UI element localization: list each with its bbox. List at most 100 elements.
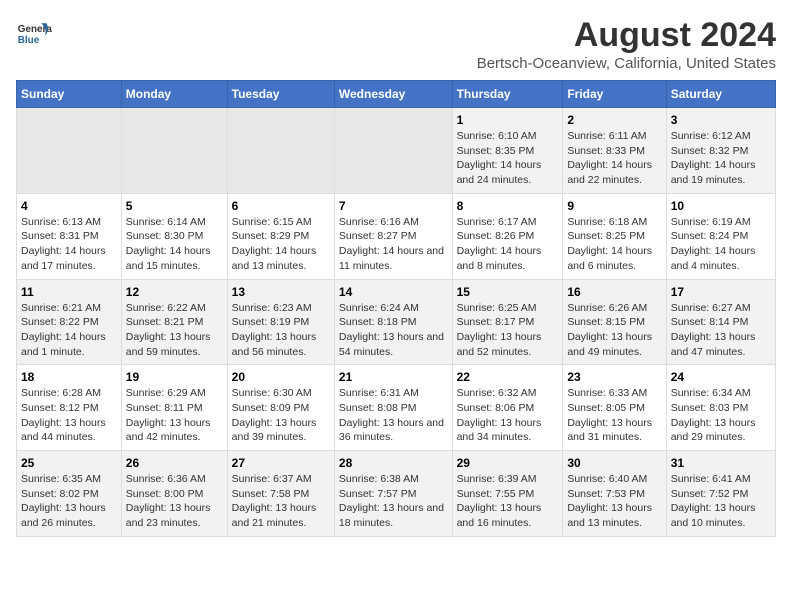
- day-number: 31: [671, 456, 771, 470]
- day-number: 27: [232, 456, 330, 470]
- day-info: Sunrise: 6:32 AMSunset: 8:06 PMDaylight:…: [457, 386, 559, 445]
- day-number: 17: [671, 285, 771, 299]
- calendar-cell: 16 Sunrise: 6:26 AMSunset: 8:15 PMDayligh…: [563, 279, 666, 365]
- day-number: 4: [21, 199, 117, 213]
- calendar-cell: 9 Sunrise: 6:18 AMSunset: 8:25 PMDaylight…: [563, 193, 666, 279]
- day-info: Sunrise: 6:14 AMSunset: 8:30 PMDaylight:…: [126, 215, 223, 274]
- calendar-cell: 18 Sunrise: 6:28 AMSunset: 8:12 PMDayligh…: [17, 365, 122, 451]
- calendar-cell: 6Sunrise: 6:15 AMSunset: 8:29 PMDaylight…: [227, 193, 334, 279]
- calendar-cell: [17, 108, 122, 194]
- day-info: Sunrise: 6:30 AMSunset: 8:09 PMDaylight:…: [232, 386, 330, 445]
- calendar-cell: 12 Sunrise: 6:22 AMSunset: 8:21 PMDayligh…: [121, 279, 227, 365]
- day-info: Sunrise: 6:29 AMSunset: 8:11 PMDaylight:…: [126, 386, 223, 445]
- day-info: Sunrise: 6:38 AMSunset: 7:57 PMDaylight:…: [339, 472, 448, 531]
- day-header-wednesday: Wednesday: [334, 81, 452, 108]
- day-header-saturday: Saturday: [666, 81, 775, 108]
- day-number: 20: [232, 370, 330, 384]
- calendar-cell: 17 Sunrise: 6:27 AMSunset: 8:14 PMDayligh…: [666, 279, 775, 365]
- day-info: Sunrise: 6:37 AMSunset: 7:58 PMDaylight:…: [232, 472, 330, 531]
- svg-text:Blue: Blue: [18, 35, 40, 46]
- page-header: General Blue August 2024 Bertsch-Oceanvi…: [16, 16, 776, 72]
- day-number: 5: [126, 199, 223, 213]
- day-number: 16: [567, 285, 661, 299]
- day-number: 29: [457, 456, 559, 470]
- day-info: Sunrise: 6:25 AMSunset: 8:17 PMDaylight:…: [457, 301, 559, 360]
- day-info: Sunrise: 6:26 AMSunset: 8:15 PMDaylight:…: [567, 301, 661, 360]
- day-number: 12: [126, 285, 223, 299]
- calendar-week-4: 18 Sunrise: 6:28 AMSunset: 8:12 PMDayligh…: [17, 365, 776, 451]
- day-number: 30: [567, 456, 661, 470]
- day-header-thursday: Thursday: [452, 81, 563, 108]
- calendar-cell: 21 Sunrise: 6:31 AMSunset: 8:08 PMDayligh…: [334, 365, 452, 451]
- day-info: Sunrise: 6:21 AMSunset: 8:22 PMDaylight:…: [21, 301, 117, 360]
- day-info: Sunrise: 6:23 AMSunset: 8:19 PMDaylight:…: [232, 301, 330, 360]
- day-info: Sunrise: 6:11 AMSunset: 8:33 PMDaylight:…: [567, 129, 661, 188]
- calendar-cell: 28 Sunrise: 6:38 AMSunset: 7:57 PMDayligh…: [334, 451, 452, 537]
- calendar-cell: 29Sunrise: 6:39 AMSunset: 7:55 PMDayligh…: [452, 451, 563, 537]
- day-info: Sunrise: 6:10 AMSunset: 8:35 PMDaylight:…: [457, 129, 559, 188]
- day-number: 24: [671, 370, 771, 384]
- day-number: 26: [126, 456, 223, 470]
- day-info: Sunrise: 6:24 AMSunset: 8:18 PMDaylight:…: [339, 301, 448, 360]
- day-info: Sunrise: 6:28 AMSunset: 8:12 PMDaylight:…: [21, 386, 117, 445]
- day-number: 28: [339, 456, 448, 470]
- day-number: 11: [21, 285, 117, 299]
- day-number: 19: [126, 370, 223, 384]
- subtitle: Bertsch-Oceanview, California, United St…: [477, 55, 776, 72]
- day-number: 18: [21, 370, 117, 384]
- calendar-cell: 13Sunrise: 6:23 AMSunset: 8:19 PMDayligh…: [227, 279, 334, 365]
- day-info: Sunrise: 6:27 AMSunset: 8:14 PMDaylight:…: [671, 301, 771, 360]
- day-number: 9: [567, 199, 661, 213]
- day-info: Sunrise: 6:17 AMSunset: 8:26 PMDaylight:…: [457, 215, 559, 274]
- calendar-cell: 24 Sunrise: 6:34 AMSunset: 8:03 PMDayligh…: [666, 365, 775, 451]
- calendar-cell: 2 Sunrise: 6:11 AMSunset: 8:33 PMDaylight…: [563, 108, 666, 194]
- calendar-cell: 1 Sunrise: 6:10 AMSunset: 8:35 PMDaylight…: [452, 108, 563, 194]
- calendar-cell: 30 Sunrise: 6:40 AMSunset: 7:53 PMDayligh…: [563, 451, 666, 537]
- day-number: 3: [671, 113, 771, 127]
- calendar-cell: 25 Sunrise: 6:35 AMSunset: 8:02 PMDayligh…: [17, 451, 122, 537]
- calendar-week-3: 11 Sunrise: 6:21 AMSunset: 8:22 PMDayligh…: [17, 279, 776, 365]
- main-title: August 2024: [477, 16, 776, 55]
- day-number: 22: [457, 370, 559, 384]
- day-header-monday: Monday: [121, 81, 227, 108]
- calendar-cell: [227, 108, 334, 194]
- day-number: 1: [457, 113, 559, 127]
- calendar-cell: 19 Sunrise: 6:29 AMSunset: 8:11 PMDayligh…: [121, 365, 227, 451]
- day-info: Sunrise: 6:19 AMSunset: 8:24 PMDaylight:…: [671, 215, 771, 274]
- day-info: Sunrise: 6:40 AMSunset: 7:53 PMDaylight:…: [567, 472, 661, 531]
- calendar-cell: 10 Sunrise: 6:19 AMSunset: 8:24 PMDayligh…: [666, 193, 775, 279]
- calendar-cell: 31Sunrise: 6:41 AMSunset: 7:52 PMDayligh…: [666, 451, 775, 537]
- day-info: Sunrise: 6:36 AMSunset: 8:00 PMDaylight:…: [126, 472, 223, 531]
- calendar-cell: 20 Sunrise: 6:30 AMSunset: 8:09 PMDayligh…: [227, 365, 334, 451]
- calendar-cell: 7Sunrise: 6:16 AMSunset: 8:27 PMDaylight…: [334, 193, 452, 279]
- day-info: Sunrise: 6:34 AMSunset: 8:03 PMDaylight:…: [671, 386, 771, 445]
- day-header-sunday: Sunday: [17, 81, 122, 108]
- calendar-cell: 8 Sunrise: 6:17 AMSunset: 8:26 PMDaylight…: [452, 193, 563, 279]
- calendar-cell: 11 Sunrise: 6:21 AMSunset: 8:22 PMDayligh…: [17, 279, 122, 365]
- calendar-cell: 4Sunrise: 6:13 AMSunset: 8:31 PMDaylight…: [17, 193, 122, 279]
- day-info: Sunrise: 6:15 AMSunset: 8:29 PMDaylight:…: [232, 215, 330, 274]
- calendar-cell: 26 Sunrise: 6:36 AMSunset: 8:00 PMDayligh…: [121, 451, 227, 537]
- calendar-cell: 23Sunrise: 6:33 AMSunset: 8:05 PMDayligh…: [563, 365, 666, 451]
- day-number: 14: [339, 285, 448, 299]
- calendar-cell: 3Sunrise: 6:12 AMSunset: 8:32 PMDaylight…: [666, 108, 775, 194]
- calendar-week-5: 25 Sunrise: 6:35 AMSunset: 8:02 PMDayligh…: [17, 451, 776, 537]
- calendar-week-1: 1 Sunrise: 6:10 AMSunset: 8:35 PMDaylight…: [17, 108, 776, 194]
- day-number: 23: [567, 370, 661, 384]
- calendar-cell: 15 Sunrise: 6:25 AMSunset: 8:17 PMDayligh…: [452, 279, 563, 365]
- calendar-cell: 22 Sunrise: 6:32 AMSunset: 8:06 PMDayligh…: [452, 365, 563, 451]
- day-number: 15: [457, 285, 559, 299]
- calendar-cell: [121, 108, 227, 194]
- calendar-week-2: 4Sunrise: 6:13 AMSunset: 8:31 PMDaylight…: [17, 193, 776, 279]
- day-number: 2: [567, 113, 661, 127]
- day-info: Sunrise: 6:35 AMSunset: 8:02 PMDaylight:…: [21, 472, 117, 531]
- day-number: 21: [339, 370, 448, 384]
- title-area: August 2024 Bertsch-Oceanview, Californi…: [477, 16, 776, 72]
- day-info: Sunrise: 6:31 AMSunset: 8:08 PMDaylight:…: [339, 386, 448, 445]
- day-info: Sunrise: 6:18 AMSunset: 8:25 PMDaylight:…: [567, 215, 661, 274]
- day-number: 10: [671, 199, 771, 213]
- day-number: 25: [21, 456, 117, 470]
- day-info: Sunrise: 6:22 AMSunset: 8:21 PMDaylight:…: [126, 301, 223, 360]
- day-number: 7: [339, 199, 448, 213]
- day-number: 8: [457, 199, 559, 213]
